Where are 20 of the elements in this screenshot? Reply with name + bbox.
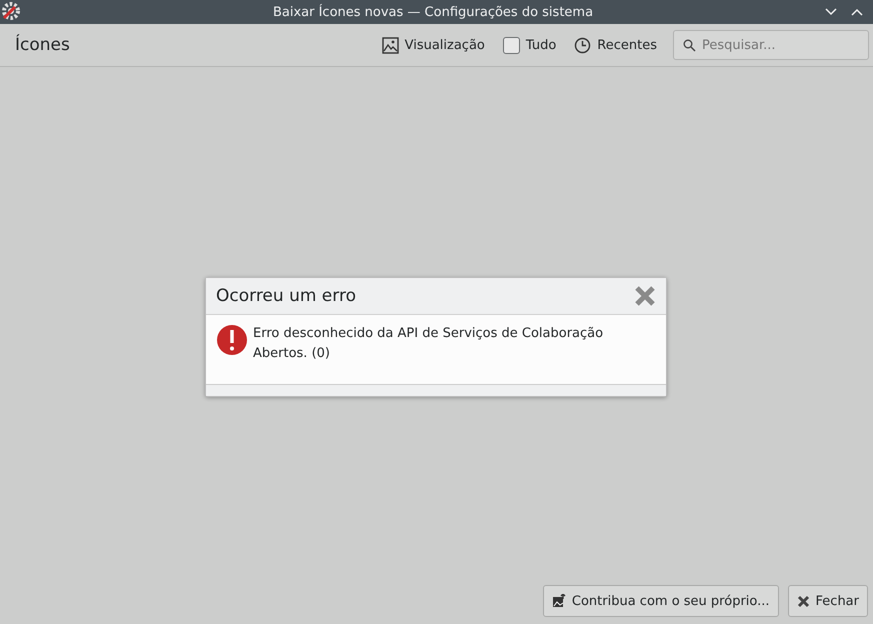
image-upload-icon <box>552 594 566 608</box>
error-icon <box>216 324 248 356</box>
search-field[interactable]: Pesquisar... <box>673 30 869 60</box>
close-icon[interactable] <box>634 285 656 307</box>
clock-icon <box>574 36 592 54</box>
gear-icon <box>1 1 21 21</box>
error-message: Erro desconhecido da API de Serviços de Colaboração Abertos. (0) <box>253 325 604 363</box>
dialog-title: Ocorreu um erro <box>216 286 356 306</box>
minimize-icon[interactable] <box>825 8 837 16</box>
close-icon <box>796 594 810 608</box>
all-checkbox[interactable]: Tudo <box>494 32 564 58</box>
window-title: Baixar Ícones novas — Configurações do sistema <box>272 4 594 20</box>
image-icon <box>382 36 399 54</box>
recent-button[interactable]: Recentes <box>566 32 665 58</box>
contribute-button[interactable]: Contribua com o seu próprio... <box>542 585 779 617</box>
page-heading: Ícones <box>15 35 70 55</box>
maximize-icon[interactable] <box>851 8 863 16</box>
search-icon <box>683 39 696 52</box>
view-button[interactable]: Visualização <box>374 32 493 58</box>
close-button[interactable]: Fechar <box>788 585 868 617</box>
